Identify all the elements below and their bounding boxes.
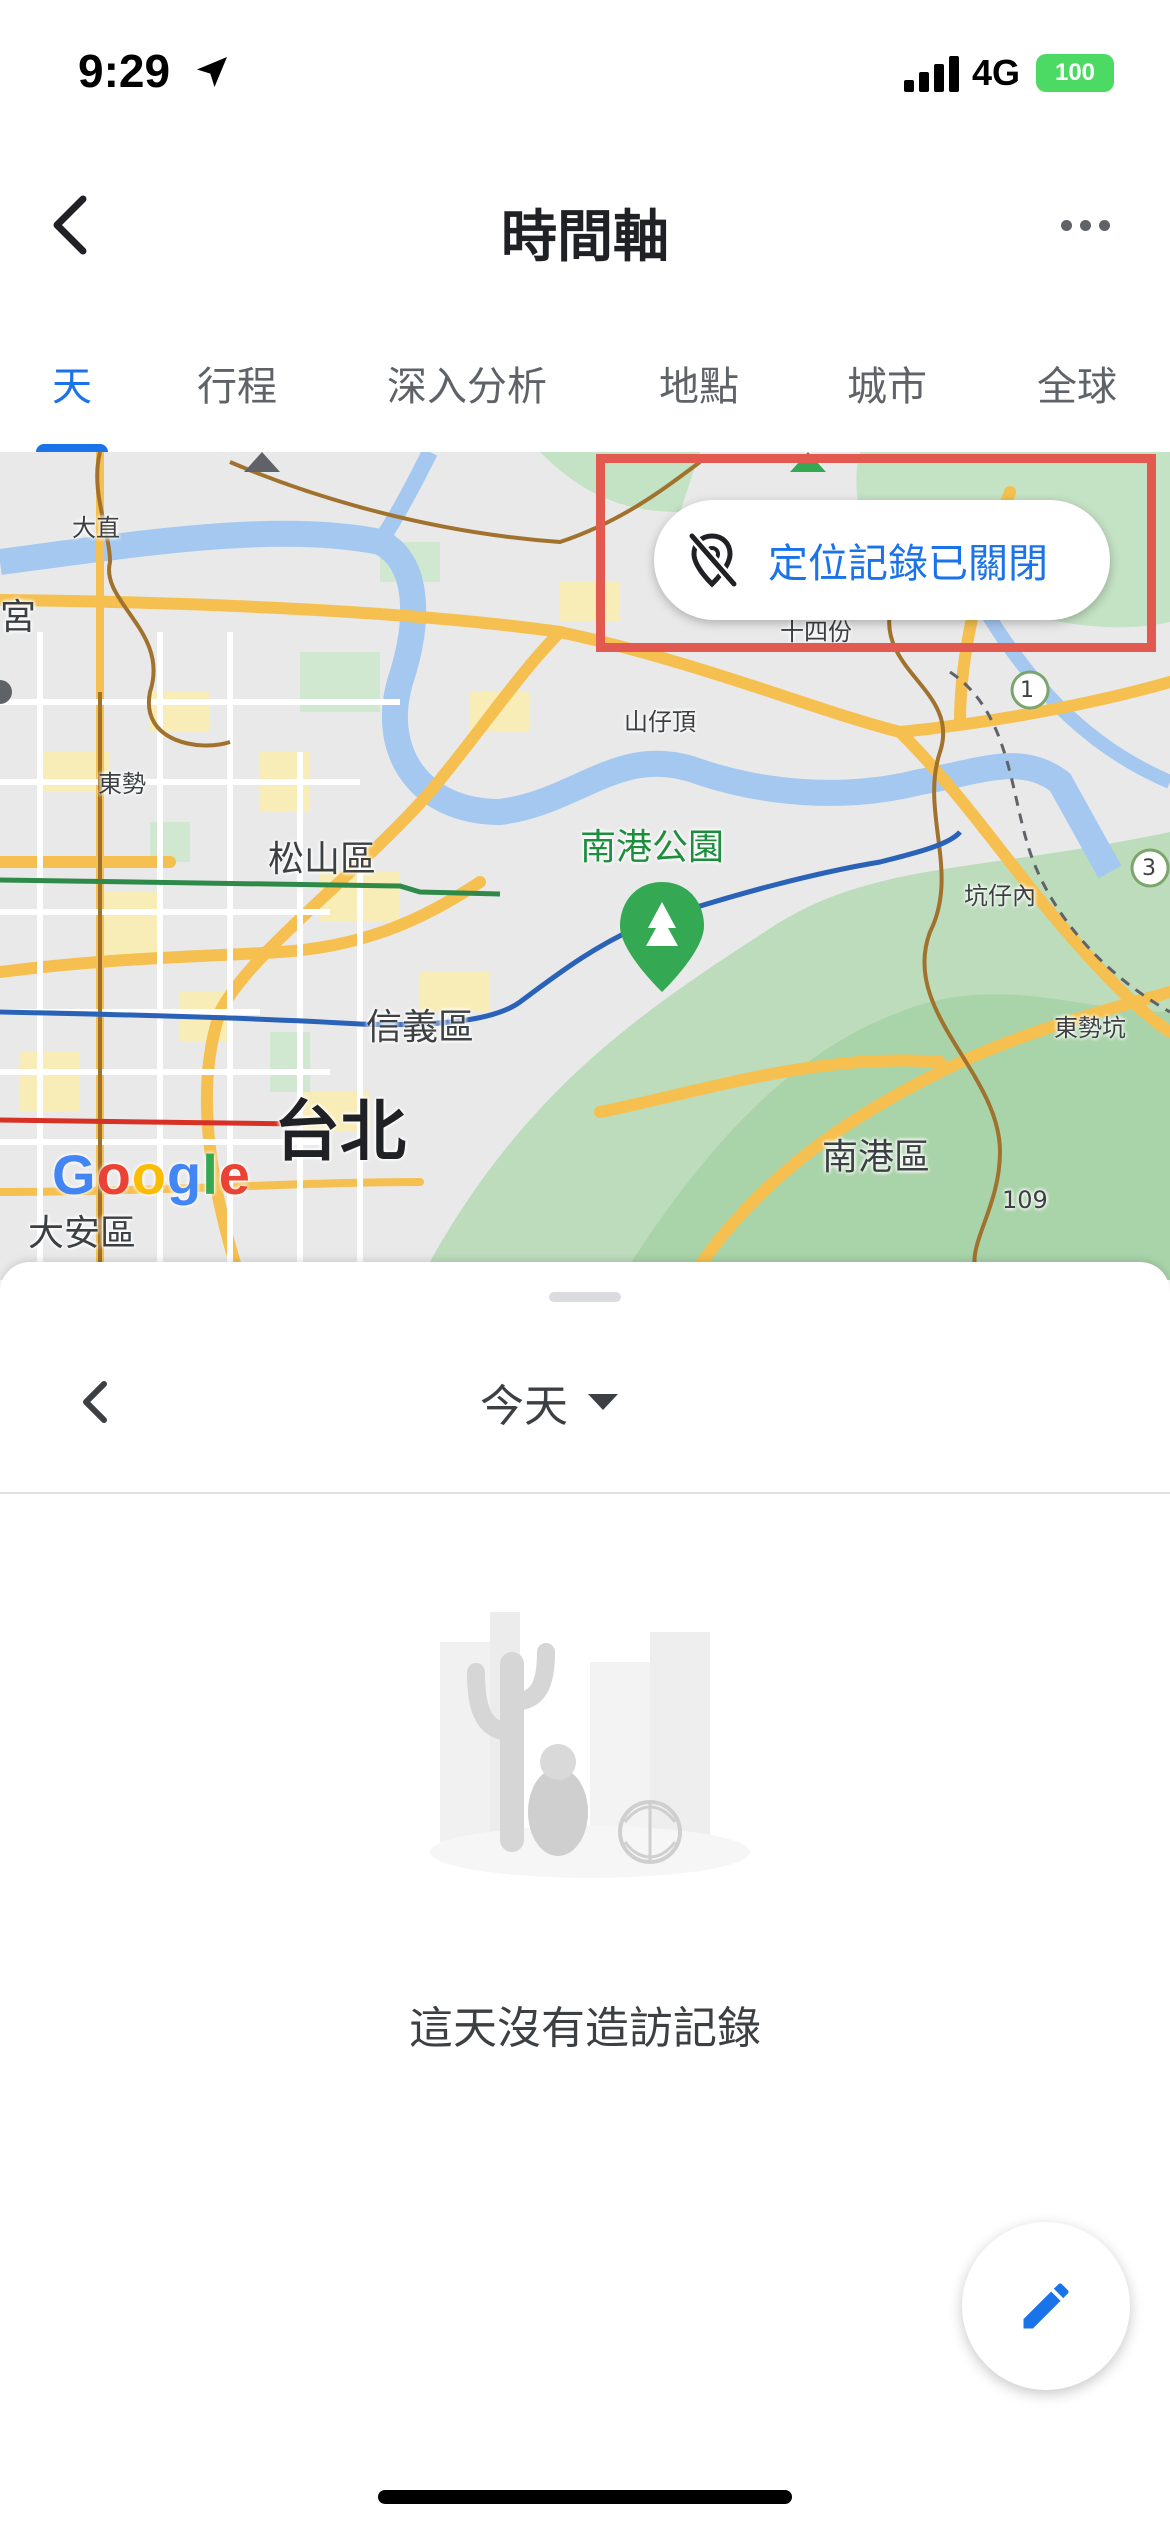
caret-down-icon <box>588 1394 618 1410</box>
park-pin-icon <box>620 882 704 992</box>
location-arrow-icon <box>197 57 227 87</box>
bottom-sheet: 今天 這天沒有造訪記錄 <box>0 1262 1170 2532</box>
cellular-signal-icon <box>904 56 959 92</box>
google-logo: Google <box>52 1143 251 1206</box>
date-label: 今天 <box>480 1381 568 1432</box>
chevron-left-icon <box>83 1381 107 1423</box>
map-label-gong: 宮 <box>0 597 37 638</box>
tab-places[interactable]: 地點 <box>630 340 768 452</box>
map-label-dongshikeng: 東勢坑 <box>1054 1014 1126 1042</box>
divider <box>0 1492 1170 1494</box>
battery-icon: 100 <box>1036 54 1114 92</box>
drag-handle[interactable] <box>549 1292 621 1302</box>
map-label-nangang: 南港區 <box>822 1137 931 1178</box>
network-type: 4G <box>972 52 1021 93</box>
route-shield-3: 3 <box>1142 856 1156 881</box>
map-label-dongshi: 東勢 <box>98 770 146 798</box>
tab-world[interactable]: 全球 <box>1008 340 1146 452</box>
tab-day[interactable]: 天 <box>20 340 124 452</box>
pencil-icon <box>1023 2283 1069 2329</box>
edit-fab-button[interactable] <box>962 2222 1130 2390</box>
status-time: 9:29 <box>78 45 171 97</box>
route-shield-1: 1 <box>1020 678 1034 703</box>
status-bar: 9:29 4G 100 <box>0 0 1170 150</box>
active-tab-indicator <box>36 444 108 452</box>
previous-day-button[interactable] <box>56 1362 136 1442</box>
date-selector[interactable]: 今天 <box>480 1362 620 1442</box>
empty-state-illustration <box>430 1612 750 1878</box>
tab-cities[interactable]: 城市 <box>818 340 956 452</box>
tab-trips[interactable]: 行程 <box>168 340 306 452</box>
home-indicator <box>378 2490 792 2504</box>
highlight-frame <box>596 454 1156 652</box>
map-label-kengzainei: 坑仔內 <box>964 882 1036 910</box>
map-label-songshan: 松山區 <box>268 839 377 880</box>
map-label-taipei: 台北 <box>274 1093 406 1170</box>
map-label-shanzaiding: 山仔頂 <box>624 708 696 736</box>
tab-bar: 天 行程 深入分析 地點 城市 全球 <box>0 340 1170 452</box>
more-horizontal-icon <box>1060 219 1072 231</box>
map-label-nangang-park: 南港公園 <box>580 827 725 868</box>
map-label-dazhi: 大直 <box>72 514 120 542</box>
more-options-button[interactable] <box>1040 190 1130 260</box>
map-label-daan: 大安區 <box>28 1213 137 1254</box>
battery-level: 100 <box>1054 59 1096 86</box>
top-app-bar: 時間軸 <box>0 170 1170 280</box>
page-title: 時間軸 <box>501 205 669 270</box>
tab-insights[interactable]: 深入分析 <box>362 340 572 452</box>
map-label-xinyi: 信義區 <box>366 1007 475 1048</box>
map-label-route-109: 109 <box>1002 1186 1048 1214</box>
empty-state-message: 這天沒有造訪記錄 <box>409 2003 761 2054</box>
